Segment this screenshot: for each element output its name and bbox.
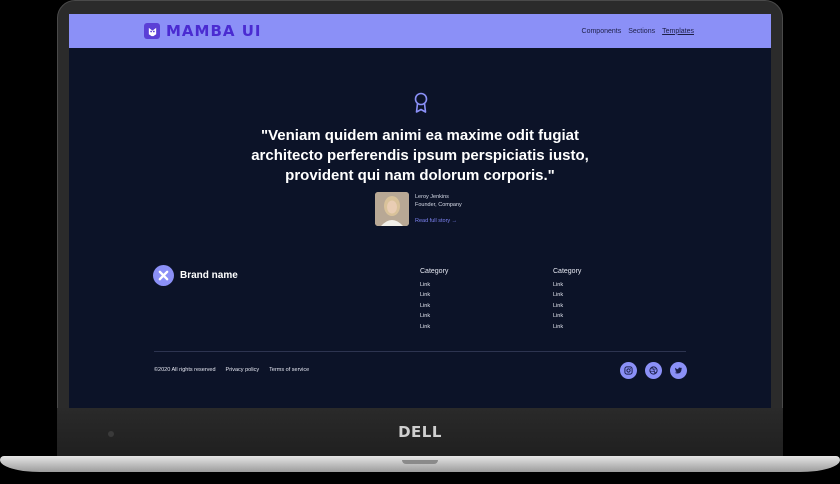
logo-text: MAMBA UI: [166, 22, 262, 40]
author-meta: Leroy Jenkins Founder, Company Read full…: [415, 192, 462, 227]
footer-link[interactable]: Link: [420, 311, 448, 321]
footer-link[interactable]: Link: [420, 280, 448, 290]
footer-link[interactable]: Link: [553, 322, 581, 332]
testimonial-quote: "Veniam quidem animi ea maxime odit fugi…: [251, 127, 589, 184]
terms-of-service-link[interactable]: Terms of service: [269, 367, 309, 373]
footer-brand[interactable]: Brand name: [153, 265, 238, 286]
author-name: Leroy Jenkins: [415, 194, 449, 200]
logo-icon: [144, 23, 160, 39]
webcam-dot: [108, 431, 114, 437]
browser-screen: MAMBA UI Components Sections Templates "…: [69, 14, 771, 408]
footer-link[interactable]: Link: [420, 322, 448, 332]
laptop-base: [0, 456, 840, 472]
twitter-icon[interactable]: [670, 362, 687, 379]
author-role: Founder, Company: [415, 202, 462, 208]
site-logo[interactable]: MAMBA UI: [144, 22, 262, 40]
privacy-policy-link[interactable]: Privacy policy: [226, 367, 260, 373]
copyright-text: ©2020 All rights reserved: [154, 367, 216, 373]
footer-link[interactable]: Link: [553, 311, 581, 321]
footer-divider: [154, 351, 686, 352]
testimonial-author: Leroy Jenkins Founder, Company Read full…: [375, 192, 462, 227]
laptop-notch: [402, 460, 438, 464]
read-full-story-link[interactable]: Read full story →: [415, 217, 457, 225]
social-links: [620, 362, 687, 379]
footer-link[interactable]: Link: [420, 290, 448, 300]
dribbble-icon[interactable]: [645, 362, 662, 379]
footer-legal: ©2020 All rights reserved Privacy policy…: [154, 367, 309, 373]
top-navigation: MAMBA UI Components Sections Templates: [69, 14, 771, 48]
instagram-icon[interactable]: [620, 362, 637, 379]
dell-logo: DELL: [398, 423, 442, 441]
footer-link[interactable]: Link: [553, 301, 581, 311]
award-icon: [414, 92, 428, 113]
footer-link[interactable]: Link: [553, 280, 581, 290]
nav-links: Components Sections Templates: [582, 28, 694, 35]
avatar: [375, 192, 409, 226]
footer-link[interactable]: Link: [420, 301, 448, 311]
footer-column-1: Category Link Link Link Link Link: [420, 267, 448, 332]
column-title: Category: [553, 268, 582, 275]
footer-column-2: Category Link Link Link Link Link: [553, 267, 581, 332]
footer-link[interactable]: Link: [553, 290, 581, 300]
column-title: Category: [420, 268, 449, 275]
brand-logo-icon: [153, 265, 174, 286]
nav-link-sections[interactable]: Sections: [628, 28, 655, 35]
nav-link-templates[interactable]: Templates: [662, 28, 694, 35]
brand-name: Brand name: [180, 270, 238, 281]
nav-link-components[interactable]: Components: [582, 28, 622, 35]
